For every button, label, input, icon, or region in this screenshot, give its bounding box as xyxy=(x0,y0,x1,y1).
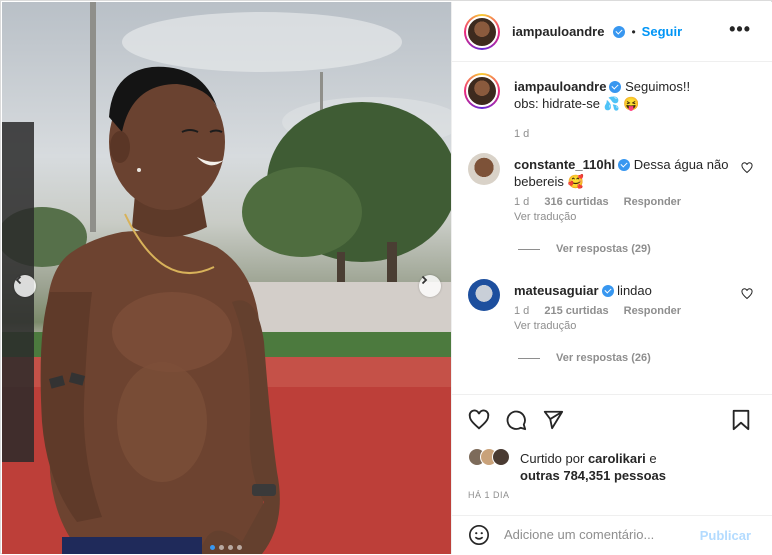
heart-icon[interactable] xyxy=(741,162,753,174)
more-icon[interactable]: ••• xyxy=(729,20,751,38)
verified-icon xyxy=(609,81,622,93)
carousel-next-button[interactable] xyxy=(419,275,441,297)
list-item: constante_110hl Dessa água não bebereis … xyxy=(452,152,772,262)
comment-input[interactable] xyxy=(504,527,694,542)
carousel-prev-button[interactable] xyxy=(14,275,36,297)
view-replies-button[interactable]: Ver respostas (29) xyxy=(518,243,651,255)
share-icon[interactable] xyxy=(542,409,564,431)
post-side-panel: iampauloandre • Seguir ••• iampauloandre… xyxy=(451,2,772,554)
follow-button[interactable]: Seguir xyxy=(642,24,682,39)
comment-icon[interactable] xyxy=(505,409,527,431)
heart-icon[interactable] xyxy=(741,288,753,300)
carousel-dots xyxy=(210,545,242,550)
follow-separator: • xyxy=(631,24,636,39)
list-item: mateusaguiar lindao 1 d 215 curtidas Res… xyxy=(452,278,772,388)
comment-likes[interactable]: 316 curtidas xyxy=(544,196,608,208)
add-comment-bar: Publicar xyxy=(452,515,772,555)
carousel-dot[interactable] xyxy=(210,545,215,550)
comment-time: 1 d xyxy=(514,196,530,208)
liked-by-suffix: e xyxy=(649,451,657,466)
post-username[interactable]: iampauloandre xyxy=(512,24,604,39)
bookmark-icon[interactable] xyxy=(731,409,751,431)
avatar[interactable] xyxy=(492,448,510,466)
emoji-icon[interactable] xyxy=(468,524,490,546)
translate-link[interactable]: Ver tradução xyxy=(514,320,576,332)
caption-emoji: 💦 😝 xyxy=(603,96,640,111)
liked-by-prefix: Curtido por xyxy=(520,451,585,466)
caption-text: Seguimos!! xyxy=(625,79,691,94)
verified-icon xyxy=(613,25,626,38)
view-replies-label: Ver respostas (29) xyxy=(556,243,651,255)
avatar[interactable] xyxy=(468,279,500,311)
heart-icon[interactable] xyxy=(468,409,490,431)
post-header: iampauloandre • Seguir ••• xyxy=(452,2,772,62)
caption-time: 1 d xyxy=(514,128,530,140)
translate-link[interactable]: Ver tradução xyxy=(514,211,576,223)
view-replies-label: Ver respostas (26) xyxy=(556,352,651,364)
likes-count[interactable]: outras 784,351 pessoas xyxy=(520,468,666,483)
comment-likes[interactable]: 215 curtidas xyxy=(544,305,608,317)
view-replies-button[interactable]: Ver respostas (26) xyxy=(518,352,651,364)
avatar[interactable] xyxy=(464,14,500,50)
comment-username[interactable]: constante_110hl xyxy=(514,157,615,172)
comment-username[interactable]: mateusaguiar xyxy=(514,283,599,298)
caption-text-line2: obs: hidrate-se xyxy=(514,96,600,111)
post-timestamp[interactable]: HÁ 1 DIA xyxy=(468,490,510,500)
comments-list: iampauloandre Seguimos!! obs: hidrate-se… xyxy=(452,62,772,394)
liked-by: Curtido por carolikari e outras 784,351 … xyxy=(520,450,666,484)
carousel-dot[interactable] xyxy=(228,545,233,550)
carousel-dot[interactable] xyxy=(219,545,224,550)
chevron-right-icon xyxy=(421,275,428,285)
post-actions: Curtido por carolikari e outras 784,351 … xyxy=(452,394,772,554)
avatar[interactable] xyxy=(468,153,500,185)
post-dialog: iampauloandre • Seguir ••• iampauloandre… xyxy=(0,0,772,554)
reply-button[interactable]: Responder xyxy=(624,305,681,317)
liked-by-user[interactable]: carolikari xyxy=(588,451,646,466)
comment-time: 1 d xyxy=(514,305,530,317)
caption: iampauloandre Seguimos!! obs: hidrate-se… xyxy=(452,72,772,142)
caption-username[interactable]: iampauloandre xyxy=(514,79,606,94)
post-photo xyxy=(2,2,451,554)
chevron-left-icon xyxy=(15,275,22,285)
reply-button[interactable]: Responder xyxy=(624,196,681,208)
verified-icon xyxy=(618,159,631,171)
comment-text: lindao xyxy=(617,283,652,298)
verified-icon xyxy=(601,285,614,297)
publish-button[interactable]: Publicar xyxy=(700,528,751,543)
carousel-dot[interactable] xyxy=(237,545,242,550)
photo-scene xyxy=(2,2,451,554)
avatar[interactable] xyxy=(464,73,500,109)
